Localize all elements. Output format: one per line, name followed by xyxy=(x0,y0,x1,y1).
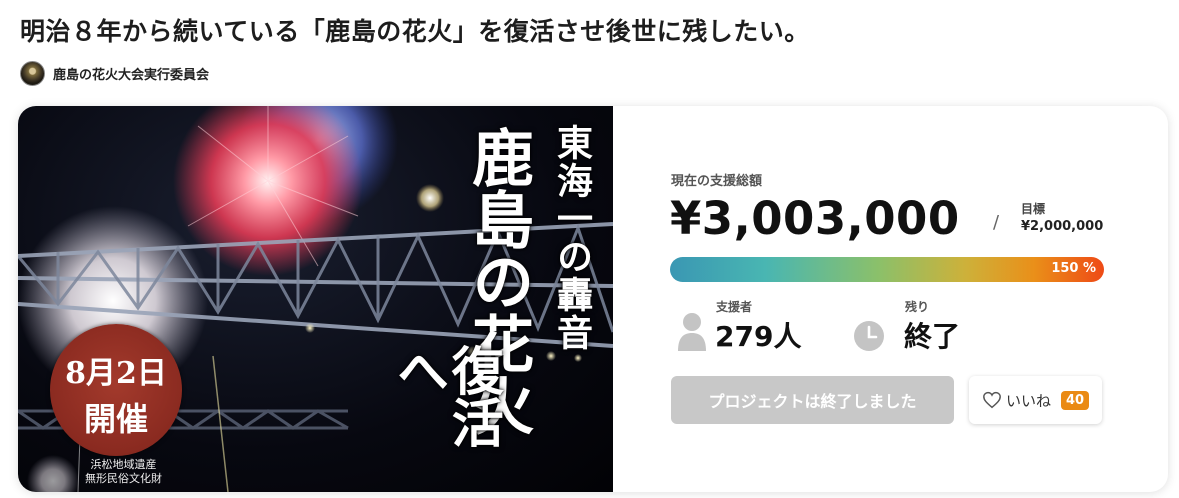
remaining-value: 終了 xyxy=(904,320,961,353)
person-icon xyxy=(678,313,706,351)
project-owner[interactable]: 鹿島の花火大会実行委員会 xyxy=(20,60,209,86)
supporters-count: 279人 xyxy=(715,320,802,353)
hero-catchphrase: 東海一の轟音 xyxy=(551,124,593,352)
funding-panel: 現在の支援総額 ¥3,003,000 / 目標 ¥2,000,000 150 %… xyxy=(613,106,1168,492)
amount-separator: / xyxy=(993,212,1000,233)
project-card: 東海一の轟音 鹿島の花火 復活へ 8月2日 開催 浜松地域遺産 無形民俗文化財 … xyxy=(18,106,1168,492)
heritage-caption: 浜松地域遺産 無形民俗文化財 xyxy=(85,458,162,486)
funding-percent: 150 % xyxy=(1051,261,1096,276)
project-hero-image: 東海一の轟音 鹿島の花火 復活へ 8月2日 開催 浜松地域遺産 無形民俗文化財 xyxy=(18,106,613,492)
owner-avatar[interactable] xyxy=(20,60,45,86)
event-date-badge: 8月2日 開催 xyxy=(50,324,182,456)
event-label: 開催 xyxy=(83,400,148,438)
goal-amount: ¥2,000,000 xyxy=(1021,219,1104,234)
goal-label: 目標 xyxy=(1021,202,1046,216)
clock-icon xyxy=(854,321,884,351)
owner-name[interactable]: 鹿島の花火大会実行委員会 xyxy=(53,64,209,83)
current-amount: ¥3,003,000 xyxy=(670,192,960,245)
event-date: 8月2日 xyxy=(65,356,167,391)
heritage-line-1: 浜松地域遺産 xyxy=(90,458,157,471)
heart-icon xyxy=(983,391,1001,409)
hero-subheadline: 復活へ xyxy=(387,344,504,448)
like-button[interactable]: いいね 40 xyxy=(969,376,1102,424)
like-count-badge: 40 xyxy=(1060,390,1090,410)
supporters-label: 支援者 xyxy=(716,300,753,314)
heritage-line-2: 無形民俗文化財 xyxy=(85,472,162,485)
project-ended-button[interactable]: プロジェクトは終了しました xyxy=(671,376,954,424)
page-title: 明治８年から続いている「鹿島の花火」を復活させ後世に残したい。 xyxy=(20,17,810,46)
remaining-label: 残り xyxy=(905,300,930,314)
current-amount-label: 現在の支援総額 xyxy=(671,174,763,189)
like-label: いいね xyxy=(1005,391,1051,410)
funding-progress-bar: 150 % xyxy=(670,257,1104,282)
